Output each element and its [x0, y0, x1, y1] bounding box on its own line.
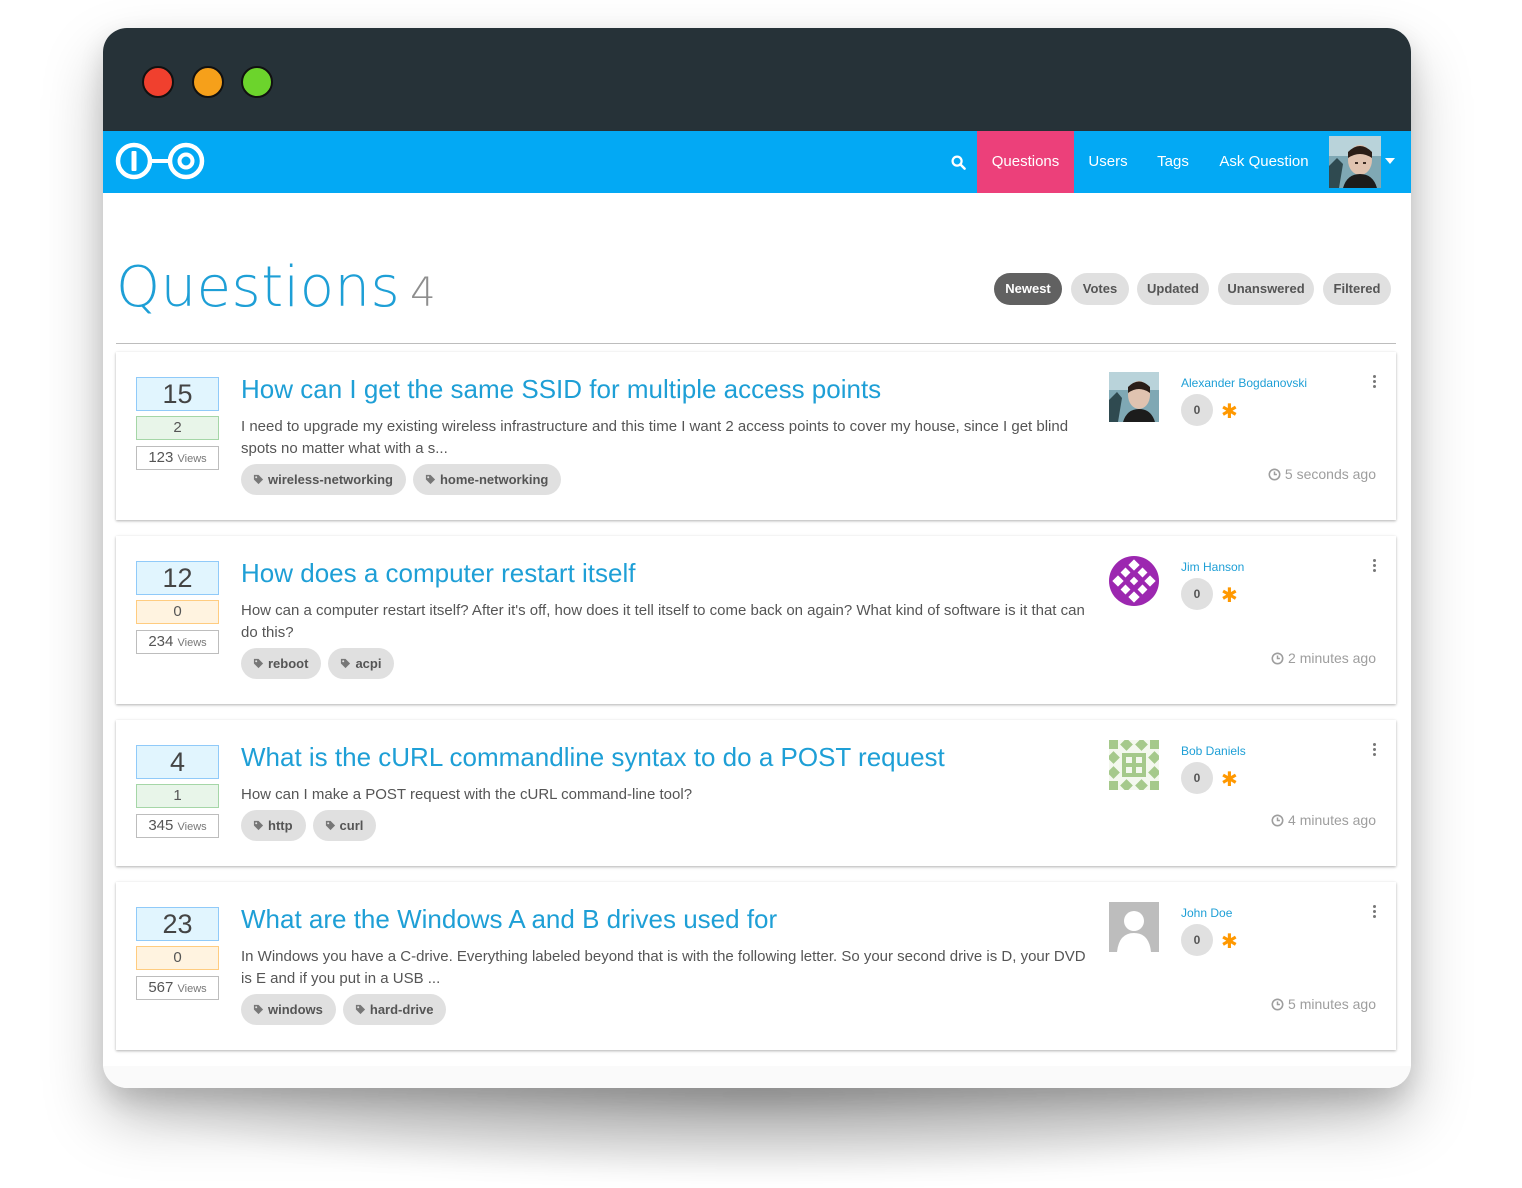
- question-card: 23 0 567 Views What are the Windows A an…: [116, 882, 1396, 1050]
- question-card: 4 1 345 Views What is the cURL commandli…: [116, 720, 1396, 866]
- sort-unanswered-button[interactable]: Unanswered: [1218, 273, 1314, 305]
- question-excerpt: How can I make a POST request with the c…: [241, 786, 693, 803]
- timestamp: 2 minutes ago: [1271, 650, 1376, 666]
- clock-icon: [1268, 468, 1281, 481]
- tag-chip[interactable]: curl: [312, 810, 377, 841]
- tag-icon: [341, 658, 351, 669]
- io-logo-icon[interactable]: [115, 139, 209, 183]
- question-count: 4: [410, 270, 437, 316]
- question-title-link[interactable]: How can I get the same SSID for multiple…: [241, 374, 881, 405]
- more-options-icon[interactable]: [1370, 559, 1378, 575]
- main-content: Questions 4 Newest Votes Updated Unanswer…: [103, 193, 1411, 1088]
- nav-tags[interactable]: Tags: [1146, 131, 1200, 193]
- timestamp: 5 seconds ago: [1268, 466, 1376, 482]
- tag-icon: [253, 820, 264, 831]
- tag-chip[interactable]: home-networking: [412, 464, 562, 495]
- tag-icon: [253, 658, 264, 669]
- author-avatar[interactable]: [1109, 902, 1159, 952]
- reputation-badge: 0: [1181, 394, 1213, 426]
- page-title-text: Questions: [116, 255, 401, 320]
- reputation-badge: 0: [1181, 762, 1213, 794]
- sort-filtered-button[interactable]: Filtered: [1323, 273, 1391, 305]
- author-avatar[interactable]: [1109, 372, 1159, 422]
- more-options-icon[interactable]: [1370, 905, 1378, 921]
- asterisk-icon: ✱: [1221, 931, 1238, 953]
- author-avatar[interactable]: [1109, 556, 1159, 606]
- tag-icon: [355, 1004, 365, 1015]
- tag-icon: [253, 474, 264, 485]
- window-titlebar: [103, 28, 1411, 131]
- asterisk-icon: ✱: [1221, 401, 1238, 423]
- sort-newest-button[interactable]: Newest: [994, 273, 1062, 305]
- tag-list: reboot acpi: [241, 648, 401, 679]
- caret-down-icon[interactable]: [1385, 158, 1395, 164]
- sort-votes-button[interactable]: Votes: [1071, 273, 1129, 305]
- browser-window: Questions Users Tags Ask Question Questi…: [103, 28, 1411, 1088]
- question-excerpt: I need to upgrade my existing wireless i…: [241, 418, 1069, 457]
- author-name-link[interactable]: Jim Hanson: [1181, 560, 1244, 574]
- view-count: 345 Views: [136, 814, 219, 838]
- tag-icon: [253, 1004, 264, 1015]
- view-count: 123 Views: [136, 446, 219, 470]
- answer-count: 2: [136, 416, 219, 440]
- asterisk-icon: ✱: [1221, 585, 1238, 607]
- close-window-button[interactable]: [142, 66, 174, 98]
- tag-icon: [325, 820, 335, 831]
- author-name-link[interactable]: Alexander Bogdanovski: [1181, 376, 1307, 390]
- question-excerpt: How can a computer restart itself? After…: [241, 602, 1085, 641]
- timestamp: 5 minutes ago: [1271, 996, 1376, 1012]
- view-count: 234 Views: [136, 630, 219, 654]
- more-options-icon[interactable]: [1370, 743, 1378, 759]
- vote-count: 12: [136, 561, 219, 595]
- author-avatar[interactable]: [1109, 740, 1159, 790]
- question-title-link[interactable]: What is the cURL commandline syntax to d…: [241, 742, 945, 773]
- view-count: 567 Views: [136, 976, 219, 1000]
- answer-count: 0: [136, 600, 219, 624]
- navbar: Questions Users Tags Ask Question: [103, 131, 1411, 193]
- clock-icon: [1271, 652, 1284, 665]
- sort-updated-button[interactable]: Updated: [1137, 273, 1209, 305]
- reputation-badge: 0: [1181, 578, 1213, 610]
- tag-chip[interactable]: http: [241, 810, 306, 841]
- vote-count: 15: [136, 377, 219, 411]
- asterisk-icon: ✱: [1221, 769, 1238, 791]
- title-divider: [116, 343, 1396, 344]
- question-title-link[interactable]: What are the Windows A and B drives used…: [241, 904, 777, 935]
- clock-icon: [1271, 998, 1284, 1011]
- tag-chip[interactable]: acpi: [328, 648, 395, 679]
- minimize-window-button[interactable]: [192, 66, 224, 98]
- clock-icon: [1271, 814, 1284, 827]
- question-excerpt: In Windows you have a C-drive. Everythin…: [241, 948, 1086, 987]
- nav-ask-question[interactable]: Ask Question: [1213, 131, 1315, 193]
- answer-count: 0: [136, 946, 219, 970]
- vote-count: 4: [136, 745, 219, 779]
- search-button[interactable]: [941, 131, 975, 193]
- vote-count: 23: [136, 907, 219, 941]
- question-card: 15 2 123 Views How can I get the same SS…: [116, 352, 1396, 520]
- author-name-link[interactable]: John Doe: [1181, 906, 1232, 920]
- nav-users[interactable]: Users: [1079, 131, 1137, 193]
- nav-questions[interactable]: Questions: [977, 131, 1074, 193]
- maximize-window-button[interactable]: [241, 66, 273, 98]
- page-title: Questions 4: [116, 253, 436, 328]
- more-options-icon[interactable]: [1370, 375, 1378, 391]
- author-name-link[interactable]: Bob Daniels: [1181, 744, 1246, 758]
- tag-list: windows hard-drive: [241, 994, 453, 1025]
- tag-list: wireless-networking home-networking: [241, 464, 568, 495]
- question-title-link[interactable]: How does a computer restart itself: [241, 558, 636, 589]
- search-icon: [950, 154, 966, 170]
- tag-chip[interactable]: wireless-networking: [241, 464, 406, 495]
- question-card: 12 0 234 Views How does a computer resta…: [116, 536, 1396, 704]
- tag-chip[interactable]: windows: [241, 994, 336, 1025]
- reputation-badge: 0: [1181, 924, 1213, 956]
- tag-list: http curl: [241, 810, 383, 841]
- tag-icon: [425, 474, 436, 485]
- tag-chip[interactable]: hard-drive: [342, 994, 447, 1025]
- tag-chip[interactable]: reboot: [241, 648, 322, 679]
- answer-count: 1: [136, 784, 219, 808]
- timestamp: 4 minutes ago: [1271, 812, 1376, 828]
- user-avatar[interactable]: [1329, 136, 1381, 188]
